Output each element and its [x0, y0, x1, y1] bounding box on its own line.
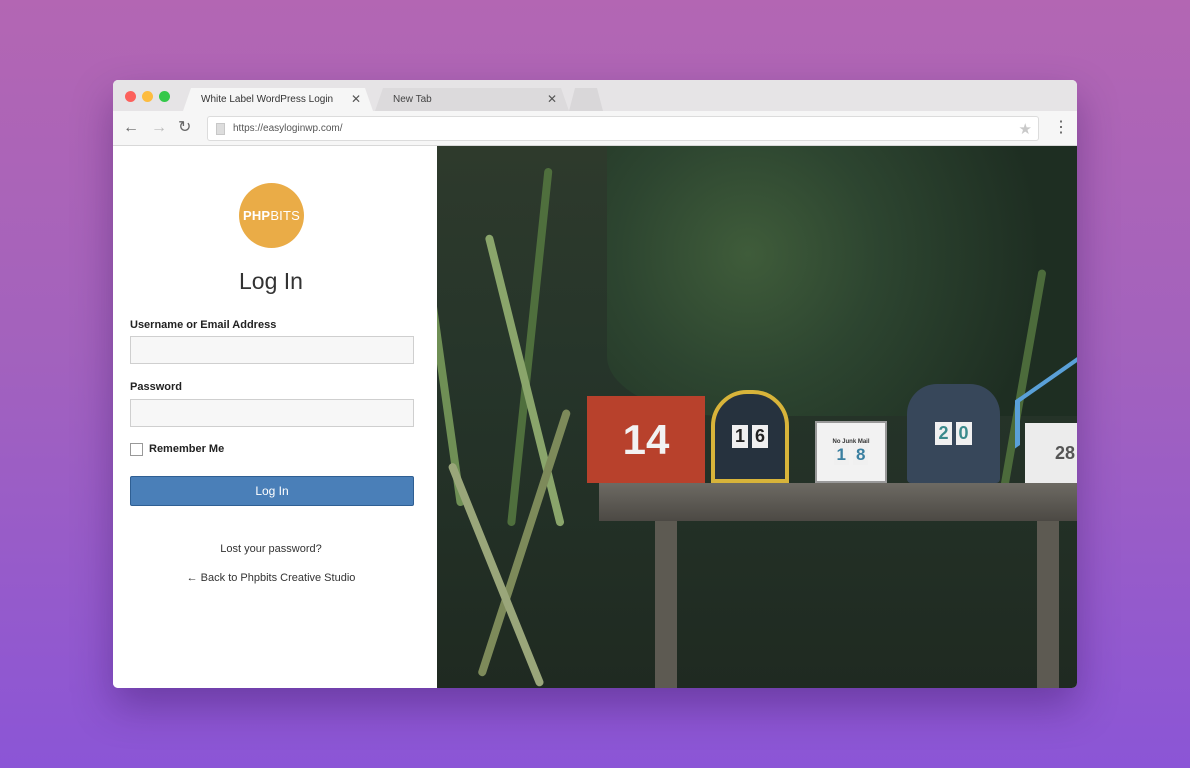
mailbox-digit: 8 — [853, 444, 869, 465]
logo-text-bold: PHP — [242, 208, 271, 223]
browser-menu-icon[interactable]: ⋮ — [1053, 119, 1069, 137]
tab-new-tab[interactable]: New Tab ✕ — [375, 88, 569, 111]
login-panel: PHP BITS Log In Username or Email Address… — [113, 146, 437, 688]
password-field[interactable] — [130, 399, 414, 427]
forward-arrow-icon[interactable]: → — [151, 119, 167, 137]
page-title: Log In — [239, 268, 303, 294]
phpbits-logo[interactable]: PHP BITS — [239, 183, 304, 248]
bookmark-star-icon[interactable]: ★ — [1019, 120, 1032, 138]
browser-window: White Label WordPress Login Page ✕ New T… — [113, 80, 1077, 688]
address-bar[interactable]: https://easyloginwp.com/ ★ — [207, 116, 1039, 141]
mailbox-digits: 18 — [832, 444, 871, 465]
mailbox-digit: 1 — [833, 444, 849, 465]
mailbox-digit: 0 — [955, 422, 972, 445]
mailbox-digit: 6 — [752, 425, 769, 448]
back-arrow-icon[interactable]: ← — [123, 119, 139, 137]
username-field[interactable] — [130, 336, 414, 364]
background-photo: 14 16 No Junk Mail 18 20 28 — [437, 146, 1077, 688]
login-button[interactable]: Log In — [130, 476, 414, 506]
password-label: Password — [130, 381, 182, 393]
mailbox-digit: 2 — [935, 422, 952, 445]
hedge-foliage — [607, 146, 1077, 416]
page-content: PHP BITS Log In Username or Email Address… — [113, 146, 1077, 688]
remember-me-checkbox[interactable] — [130, 443, 143, 456]
tab-title: New Tab — [393, 94, 432, 105]
grass-leaf — [437, 208, 465, 507]
page-icon — [216, 123, 225, 135]
address-text: https://easyloginwp.com/ — [233, 123, 343, 134]
tab-bar: White Label WordPress Login Page ✕ New T… — [113, 80, 1077, 111]
wooden-post — [655, 521, 677, 688]
mailbox-18: No Junk Mail 18 — [815, 421, 887, 483]
minimize-window-button[interactable] — [142, 91, 153, 102]
username-label: Username or Email Address — [130, 319, 277, 331]
new-tab-button[interactable] — [569, 88, 603, 111]
logo-text-light: BITS — [270, 208, 301, 223]
browser-toolbar: ← → ↻ https://easyloginwp.com/ ★ ⋮ — [113, 111, 1077, 146]
mailbox-14: 14 — [587, 396, 705, 483]
mailbox-20: 20 — [907, 384, 1000, 483]
mailbox-28: 28 — [1025, 423, 1077, 483]
wooden-shelf — [599, 483, 1077, 521]
close-icon[interactable]: ✕ — [547, 88, 557, 111]
mailbox-number: 14 — [622, 415, 670, 463]
mailbox-digit: 1 — [731, 425, 748, 448]
lost-password-link[interactable]: Lost your password? — [113, 543, 429, 555]
reload-icon[interactable]: ↻ — [178, 119, 191, 137]
remember-me-label[interactable]: Remember Me — [149, 443, 224, 455]
mailbox-number: 28 — [1055, 442, 1076, 463]
tab-login-page[interactable]: White Label WordPress Login Page ✕ — [183, 88, 373, 111]
maximize-window-button[interactable] — [159, 91, 170, 102]
close-window-button[interactable] — [125, 91, 136, 102]
mailbox-16: 16 — [711, 390, 789, 483]
grass-leaf — [447, 461, 545, 688]
grass-leaf — [484, 233, 565, 527]
back-to-site-link[interactable]: ← Back to Phpbits Creative Studio — [113, 572, 429, 584]
close-icon[interactable]: ✕ — [351, 88, 361, 111]
wooden-post — [1037, 521, 1059, 688]
